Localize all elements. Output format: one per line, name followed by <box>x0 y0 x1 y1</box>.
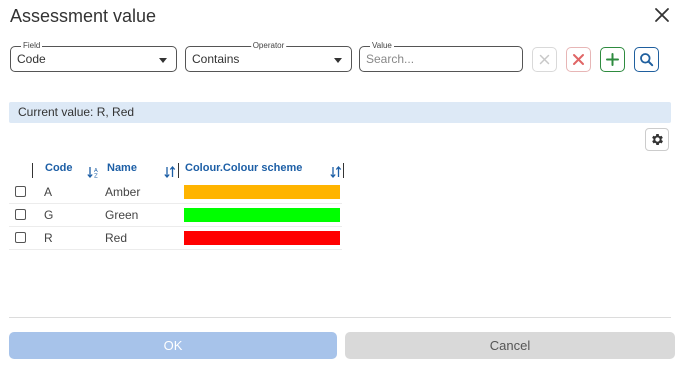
row-code: A <box>44 185 53 199</box>
column-separator <box>32 163 33 178</box>
row-checkbox[interactable] <box>15 209 26 220</box>
row-name: Green <box>105 208 139 222</box>
colour-swatch <box>184 185 340 199</box>
operator-select[interactable]: Operator Contains <box>185 40 352 72</box>
column-header-name[interactable]: Name <box>107 162 137 174</box>
operator-label: Operator <box>250 40 287 51</box>
column-header-code[interactable]: Code <box>45 162 73 174</box>
search-icon <box>640 53 654 67</box>
column-separator <box>343 163 344 178</box>
value-label: Value <box>370 40 394 51</box>
colour-swatch <box>184 231 340 245</box>
footer-divider <box>9 317 671 318</box>
field-select[interactable]: Field Code <box>10 40 177 72</box>
row-checkbox[interactable] <box>15 186 26 197</box>
close-icon <box>539 54 550 65</box>
settings-button[interactable] <box>645 128 669 151</box>
operator-value: Contains <box>192 52 240 66</box>
value-placeholder: Search... <box>366 52 415 66</box>
row-name: Amber <box>105 185 141 199</box>
gear-icon <box>651 134 663 145</box>
current-value-banner: Current value: R, Red <box>9 102 671 123</box>
field-value: Code <box>17 52 46 66</box>
column-header-colour-scheme[interactable]: Colour.Colour scheme <box>185 162 302 174</box>
field-label: Field <box>21 40 43 51</box>
chevron-down-icon <box>159 58 167 63</box>
search-button[interactable] <box>634 47 659 72</box>
remove-filter-button[interactable] <box>566 47 591 72</box>
table-row[interactable]: G Green <box>9 204 342 227</box>
value-search-input[interactable]: Value Search... <box>359 40 523 72</box>
close-icon[interactable] <box>651 4 673 26</box>
row-checkbox[interactable] <box>15 232 26 243</box>
row-name: Red <box>105 231 128 245</box>
add-filter-button[interactable] <box>600 47 625 72</box>
row-code: G <box>44 208 54 222</box>
cancel-button[interactable]: Cancel <box>345 332 675 359</box>
plus-icon <box>606 53 619 66</box>
dialog-title: Assessment value <box>10 6 157 26</box>
clear-filter-button[interactable] <box>532 47 557 72</box>
svg-text:Z: Z <box>94 174 98 179</box>
row-code: R <box>44 231 53 245</box>
clear-icon <box>573 54 584 65</box>
ok-button[interactable]: OK <box>9 332 337 359</box>
column-separator <box>178 163 179 178</box>
colour-swatch <box>184 208 340 222</box>
table-row[interactable]: R Red <box>9 227 342 250</box>
chevron-down-icon <box>334 58 342 63</box>
table-row[interactable]: A Amber <box>9 181 342 204</box>
